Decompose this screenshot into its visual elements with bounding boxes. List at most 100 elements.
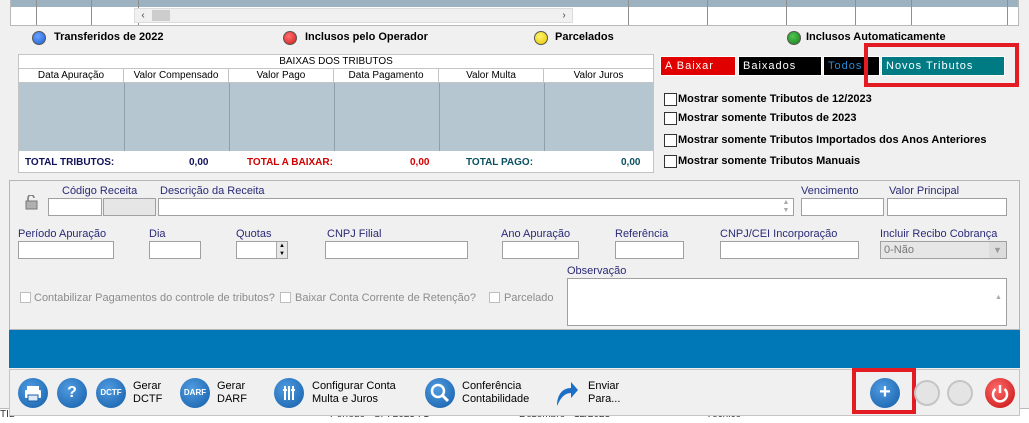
- gerar-dctf-button[interactable]: Gerar DCTF: [133, 380, 162, 406]
- help-icon[interactable]: ?: [57, 378, 87, 408]
- highlight-add-button: [852, 368, 916, 414]
- edit-disabled-icon: [914, 380, 940, 406]
- periodo-apuracao-input[interactable]: [18, 241, 114, 259]
- cnpj-cei-input[interactable]: [720, 241, 859, 259]
- total-tributos-value: 0,00: [189, 157, 209, 168]
- scroll-thumb[interactable]: [152, 10, 170, 21]
- dia-label: Dia: [149, 228, 166, 240]
- highlight-novos-tributos: [864, 43, 1019, 87]
- incluir-recibo-label: Incluir Recibo Cobrança: [880, 228, 998, 240]
- cnpj-filial-input[interactable]: [325, 241, 468, 259]
- observacao-scroll-icon[interactable]: ▲▼: [992, 280, 1005, 337]
- vencimento-label: Vencimento: [801, 185, 859, 197]
- quotas-label: Quotas: [236, 228, 272, 240]
- search-icon[interactable]: [425, 378, 455, 408]
- column-header[interactable]: Valor Juros: [544, 69, 653, 83]
- dia-input[interactable]: [149, 241, 201, 259]
- filter-checkbox[interactable]: [664, 112, 677, 125]
- column-header[interactable]: Data Apuração: [19, 69, 124, 83]
- legend-dot-green-icon: [787, 31, 801, 45]
- descricao-scroll-icon[interactable]: ▲ ▼: [779, 199, 793, 215]
- enviar-button[interactable]: Enviar Para...: [588, 380, 620, 406]
- enviar-line2: Para...: [588, 393, 621, 405]
- total-baixar-label: TOTAL A BAIXAR:: [247, 157, 333, 168]
- baixas-grid-body[interactable]: [19, 83, 653, 151]
- scroll-right-icon[interactable]: ›: [556, 9, 572, 22]
- baixar-conta-checkbox[interactable]: [280, 292, 291, 303]
- parcelado-checkbox[interactable]: [489, 292, 500, 303]
- descricao-receita-input[interactable]: [158, 198, 794, 216]
- filter-checkbox[interactable]: [664, 93, 677, 106]
- codigo-receita-lookup: [103, 198, 156, 216]
- legend-dot-red-icon: [283, 31, 297, 45]
- cnpj-cei-label: CNPJ/CEI Incorporação: [720, 228, 838, 240]
- send-arrow-icon[interactable]: [553, 376, 579, 408]
- legend-dot-yellow-icon: [534, 31, 548, 45]
- codigo-receita-input[interactable]: [48, 198, 102, 216]
- dctf-icon[interactable]: DCTF: [96, 378, 126, 408]
- gerar-darf-line2: DARF: [217, 393, 247, 405]
- configure-icon[interactable]: [274, 378, 304, 408]
- valor-principal-input[interactable]: [887, 198, 1007, 216]
- total-tributos-label: TOTAL TRIBUTOS:: [25, 157, 115, 168]
- darf-icon[interactable]: DARF: [180, 378, 210, 408]
- horizontal-scrollbar[interactable]: ‹ ›: [134, 8, 573, 23]
- column-header[interactable]: Data Pagamento: [334, 69, 439, 83]
- baixar-conta-label: Baixar Conta Corrente de Retenção?: [295, 292, 476, 304]
- power-icon[interactable]: [985, 378, 1015, 408]
- vencimento-input[interactable]: [801, 198, 884, 216]
- ano-apuracao-input[interactable]: [502, 241, 579, 259]
- gerar-darf-line1: Gerar: [217, 380, 246, 392]
- configurar-line2: Multa e Juros: [312, 393, 379, 405]
- conferencia-button[interactable]: Conferência Contabilidade: [462, 380, 529, 406]
- configurar-line1: Configurar Conta: [312, 380, 396, 392]
- legend-label: Transferidos de 2022: [54, 31, 164, 43]
- status-bar-blue: [9, 330, 1020, 368]
- filter-label: Mostrar somente Tributos de 2023: [678, 112, 857, 124]
- legend-label: Parcelados: [555, 31, 614, 43]
- tab-baixados[interactable]: Baixados: [738, 56, 822, 76]
- filter-checkbox[interactable]: [664, 134, 677, 147]
- cancel-disabled-icon: [947, 380, 973, 406]
- descricao-receita-label: Descrição da Receita: [160, 185, 265, 197]
- total-baixar-value: 0,00: [410, 157, 430, 168]
- incluir-recibo-value: 0-Não: [884, 244, 914, 256]
- gerar-dctf-line2: DCTF: [133, 393, 163, 405]
- parcelado-label: Parcelado: [504, 292, 554, 304]
- conferencia-line1: Conferência: [462, 380, 522, 392]
- referencia-label: Referência: [615, 228, 669, 240]
- cnpj-filial-label: CNPJ Filial: [327, 228, 382, 240]
- codigo-receita-label: Código Receita: [62, 185, 138, 197]
- column-header[interactable]: Valor Multa: [439, 69, 544, 83]
- tab-a-baixar[interactable]: A Baixar: [660, 56, 736, 76]
- column-header[interactable]: Valor Pago: [229, 69, 334, 83]
- enviar-line1: Enviar: [588, 380, 620, 392]
- scroll-left-icon[interactable]: ‹: [135, 9, 151, 22]
- chevron-down-icon[interactable]: ▼: [989, 242, 1006, 258]
- total-pago-label: TOTAL PAGO:: [466, 157, 534, 168]
- referencia-input[interactable]: [615, 241, 684, 259]
- valor-principal-label: Valor Principal: [889, 185, 960, 197]
- legend-label: Inclusos pelo Operador: [305, 31, 428, 43]
- configurar-conta-button[interactable]: Configurar Conta Multa e Juros: [312, 380, 396, 406]
- incluir-recibo-select[interactable]: 0-Não: [880, 241, 1007, 259]
- periodo-apuracao-label: Período Apuração: [18, 228, 107, 240]
- legend-dot-blue-icon: [32, 31, 46, 45]
- gerar-darf-button[interactable]: Gerar DARF: [217, 380, 247, 406]
- column-header[interactable]: Valor Compensado: [124, 69, 229, 83]
- filter-checkbox[interactable]: [664, 155, 677, 168]
- observacao-input[interactable]: [567, 278, 1007, 326]
- filter-label: Mostrar somente Tributos Importados dos …: [678, 134, 987, 146]
- print-icon[interactable]: [18, 378, 48, 408]
- contabilizar-label: Contabilizar Pagamentos do controle de t…: [34, 292, 275, 304]
- contabilizar-checkbox[interactable]: [20, 292, 31, 303]
- quotas-spin-icon[interactable]: ▲ ▼: [276, 242, 287, 258]
- filter-label: Mostrar somente Tributos Manuais: [678, 155, 861, 167]
- gerar-dctf-line1: Gerar: [133, 380, 162, 392]
- total-pago-value: 0,00: [621, 157, 641, 168]
- legend-label: Inclusos Automaticamente: [806, 31, 946, 43]
- conferencia-line2: Contabilidade: [462, 393, 530, 405]
- filter-label: Mostrar somente Tributos de 12/2023: [678, 93, 872, 105]
- baixas-table: BAIXAS DOS TRIBUTOS Data Apuração Valor …: [18, 54, 654, 173]
- ano-apuracao-label: Ano Apuração: [501, 228, 571, 240]
